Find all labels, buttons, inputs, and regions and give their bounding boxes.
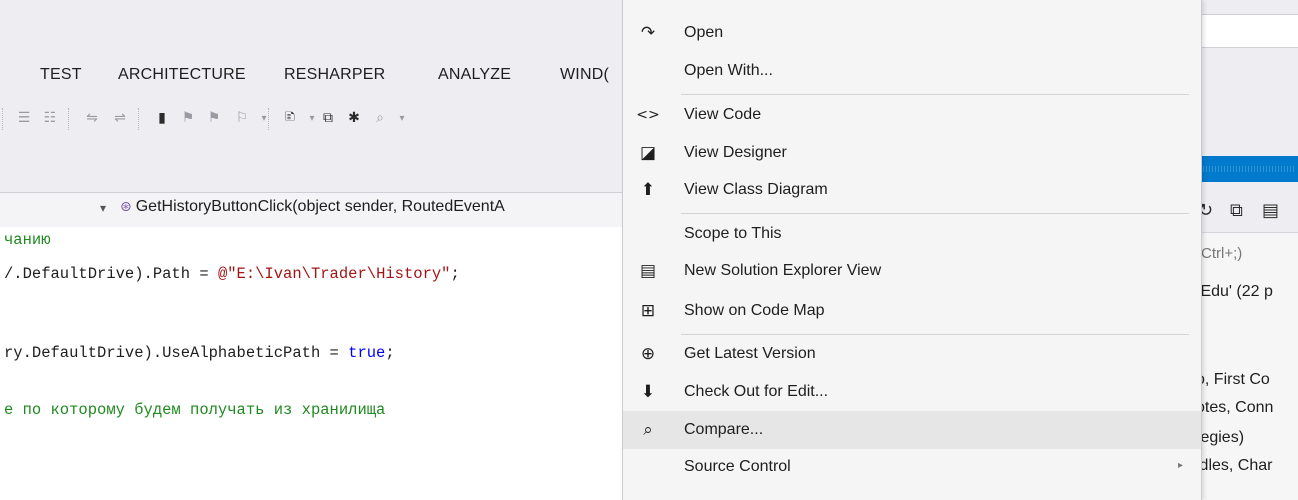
menu-separator (681, 213, 1189, 214)
outdent-icon[interactable]: ☰ (14, 108, 34, 128)
find-icon[interactable]: ⌕ (370, 108, 390, 128)
code-string: @"E:\Ivan\Trader\History" (217, 265, 451, 283)
menu-item-source-control[interactable]: Source Control ▸ (623, 448, 1201, 486)
window-icon[interactable]: ⧉ (318, 108, 338, 128)
uncomment-icon[interactable]: ⇌ (110, 108, 130, 128)
toolbar: ☰ ☷ ⇋ ⇌ ▮ ⚑ ⚑ ⚐ ▾ 🗈 ▾ ⧉ ✱ ⌕ ▾ (0, 96, 620, 146)
menu-item-get-latest-version[interactable]: ⊕ Get Latest Version (623, 335, 1201, 373)
code-token: ; (450, 265, 460, 283)
compare-icon: ⌕ (643, 420, 653, 440)
quick-launch-input[interactable] (1196, 14, 1298, 48)
comment-icon[interactable]: ⇋ (82, 108, 102, 128)
menu-item-label: Compare... (684, 421, 764, 438)
title-grip (1200, 166, 1296, 172)
toolbar-grip (2, 108, 7, 130)
code-editor[interactable]: чанию /.DefaultDrive).Path = @"E:\Ivan\T… (0, 227, 622, 500)
dropdown-icon[interactable]: ▾ (392, 108, 412, 128)
bookmark-icon[interactable]: ▮ (152, 108, 172, 128)
method-icon: ⊛ (120, 199, 132, 215)
submenu-arrow-icon: ▸ (1177, 460, 1183, 471)
tree-item[interactable]: idles, Char (1196, 457, 1272, 475)
code-token: ry.DefaultDrive).UseAlphabeticPath = (4, 344, 349, 362)
solution-explorer-search[interactable]: (Ctrl+;) (1190, 232, 1298, 273)
code-line: ry.DefaultDrive).UseAlphabeticPath = tru… (4, 344, 395, 362)
menu-item-label: New Solution Explorer View (684, 262, 882, 279)
menu-item-label: Open (684, 24, 724, 41)
menu-item-view-designer[interactable]: ◪ View Designer (623, 134, 1201, 172)
code-token: /.DefaultDrive).Path = (4, 265, 218, 283)
menu-item-check-out-for-edit[interactable]: ⬇ Check Out for Edit... (623, 373, 1201, 411)
code-token: ; (385, 344, 395, 362)
solution-explorer-title-bar (1190, 156, 1298, 182)
clear-bookmarks-icon[interactable]: ⚐ (232, 108, 252, 128)
menu-item-compare[interactable]: ⌕ Compare... (623, 411, 1201, 449)
menu-item-open[interactable]: ↷ Open (623, 14, 1201, 52)
menu-item-label: Scope to This (684, 225, 782, 242)
menu-window[interactable]: WIND( (560, 66, 609, 84)
menu-item-open-with[interactable]: Open With... (623, 52, 1201, 90)
menu-item-show-on-code-map[interactable]: ⊞ Show on Code Map (623, 292, 1201, 330)
menu-analyze[interactable]: ANALYZE (438, 66, 511, 84)
search-placeholder: (Ctrl+;) (1196, 245, 1243, 262)
menu-item-label: Check Out for Edit... (684, 383, 829, 400)
check-out-icon: ⬇ (640, 382, 656, 402)
class-diagram-icon: ⬆ (640, 180, 656, 200)
pin-icon[interactable]: ✱ (344, 108, 364, 128)
menu-item-label: Show on Code Map (684, 302, 825, 319)
context-menu: ↷ Open Open With... <> View Code ◪ View … (622, 0, 1202, 500)
solution-tree: .Edu' (22 p o, First Co otes, Conn tegie… (1190, 273, 1298, 500)
menu-item-label: View Designer (684, 144, 787, 161)
menu-test[interactable]: TEST (40, 66, 82, 84)
tree-item[interactable]: tegies) (1196, 429, 1244, 447)
menu-resharper[interactable]: RESHARPER (284, 66, 385, 84)
prev-bookmark-icon[interactable]: ⚑ (178, 108, 198, 128)
toolbar-separator (268, 108, 273, 130)
member-dropdown-label: GetHistoryButtonClick(object sender, Rou… (135, 198, 505, 215)
toolbar-separator (138, 108, 143, 130)
view-designer-icon: ◪ (639, 143, 657, 163)
menu-item-label: View Code (684, 106, 762, 123)
tree-item[interactable]: o, First Co (1196, 371, 1270, 389)
menu-item-scope-to-this[interactable]: Scope to This (623, 215, 1201, 253)
menu-item-label: Open With... (684, 62, 773, 79)
open-icon: ↷ (640, 23, 656, 43)
menu-separator (681, 94, 1189, 95)
chevron-down-icon[interactable]: ▾ (100, 201, 106, 215)
new-item-icon[interactable]: 🗈 (280, 108, 300, 128)
editor-navigation-bar: ▾ ⊛ GetHistoryButtonClick(object sender, … (0, 192, 622, 228)
code-keyword: true (348, 344, 386, 362)
view-code-icon: <> (636, 107, 660, 123)
menu-item-view-class-diagram[interactable]: ⬆ View Class Diagram (623, 171, 1201, 209)
collapse-all-icon[interactable]: ⧉ (1230, 200, 1243, 221)
properties-icon[interactable]: ▤ (1262, 200, 1279, 221)
code-line: /.DefaultDrive).Path = @"E:\Ivan\Trader\… (4, 265, 460, 283)
next-bookmark-icon[interactable]: ⚑ (204, 108, 224, 128)
code-line: е по которому будем получать из хранилищ… (4, 401, 386, 419)
code-line: чанию (4, 231, 51, 249)
tree-item[interactable]: otes, Conn (1196, 399, 1273, 417)
code-map-icon: ⊞ (640, 301, 656, 321)
menu-item-label: View Class Diagram (684, 181, 828, 198)
tree-item[interactable]: .Edu' (22 p (1196, 283, 1273, 301)
menu-item-label: Get Latest Version (684, 345, 816, 362)
menu-bar: TEST ARCHITECTURE RESHARPER ANALYZE WIND… (0, 0, 700, 95)
new-explorer-view-icon: ▤ (639, 261, 657, 281)
toolbar-separator (68, 108, 73, 130)
indent-icon[interactable]: ☷ (40, 108, 60, 128)
menu-item-view-code[interactable]: <> View Code (623, 96, 1201, 134)
menu-item-new-solution-explorer-view[interactable]: ▤ New Solution Explorer View (623, 252, 1201, 290)
menu-item-label: Source Control (684, 458, 791, 475)
get-latest-icon: ⊕ (640, 344, 656, 364)
solution-explorer-toolbar: ↻ ⧉ ▤ (1190, 192, 1298, 230)
member-dropdown[interactable]: ⊛ GetHistoryButtonClick(object sender, Ro… (120, 198, 505, 216)
menu-architecture[interactable]: ARCHITECTURE (118, 66, 246, 84)
